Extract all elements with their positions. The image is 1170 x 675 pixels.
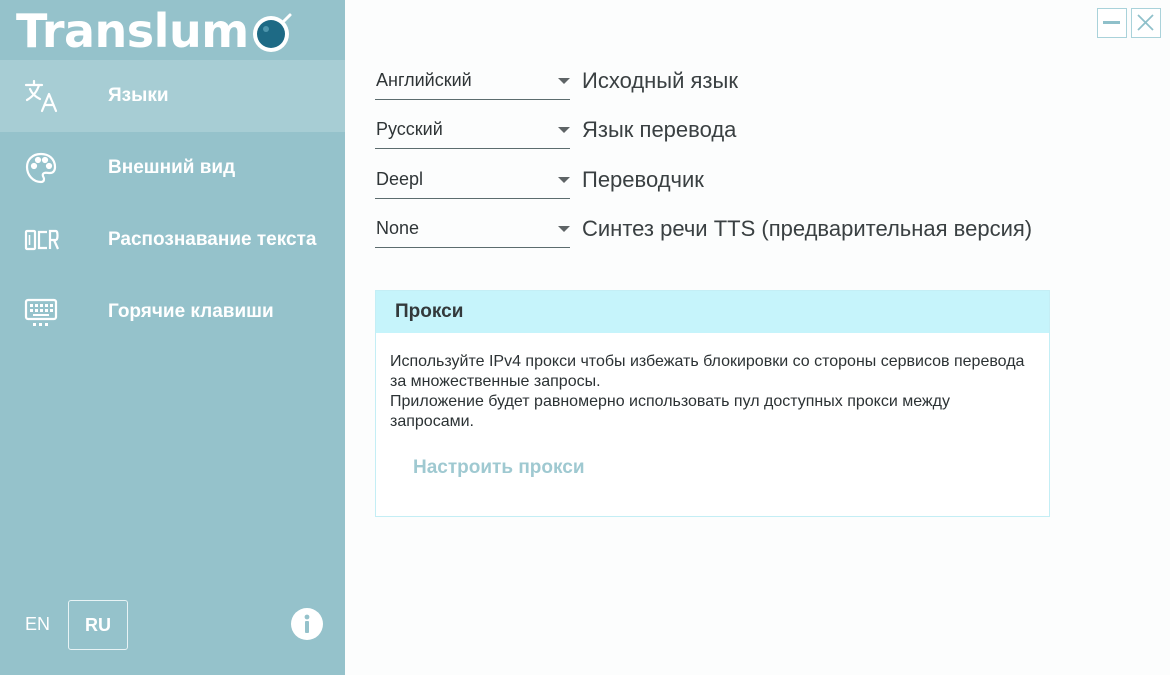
sidebar-item-label: Языки — [108, 85, 169, 106]
close-icon — [1137, 14, 1154, 31]
target-language-select[interactable]: Русский — [375, 113, 570, 149]
proxy-card-description: Используйте IPv4 прокси чтобы избежать б… — [376, 333, 1049, 432]
language-en-button[interactable]: EN — [25, 614, 50, 635]
translator-label: Переводчик — [582, 167, 704, 192]
app-window: Translum Языки Внешний вид Распознавание… — [0, 0, 1170, 675]
minimize-icon — [1103, 21, 1120, 24]
source-language-row: Английский Исходный язык — [375, 64, 1075, 100]
minimize-button[interactable] — [1097, 8, 1127, 38]
close-button[interactable] — [1131, 8, 1161, 38]
tts-label: Синтез речи TTS (предварительная версия) — [582, 216, 1033, 241]
source-language-value: Английский — [376, 70, 472, 90]
palette-icon — [0, 132, 108, 204]
language-ru-button[interactable]: RU — [68, 600, 128, 650]
sidebar-item-label: Распознавание текста — [108, 229, 317, 250]
sidebar-item-ocr[interactable]: Распознавание текста — [0, 204, 345, 276]
proxy-card-title: Прокси — [376, 291, 1049, 333]
sidebar-item-appearance[interactable]: Внешний вид — [0, 132, 345, 204]
sidebar-item-languages[interactable]: Языки — [0, 60, 345, 132]
proxy-description-line: Приложение будет равномерно использовать… — [390, 393, 950, 430]
configure-proxy-button[interactable]: Настроить прокси — [413, 457, 585, 479]
info-icon[interactable] — [291, 608, 323, 640]
target-language-value: Русский — [376, 119, 443, 139]
ocr-icon — [0, 204, 108, 276]
translator-row: Deepl Переводчик — [375, 163, 1075, 199]
sidebar-nav: Языки Внешний вид Распознавание текста Г… — [0, 60, 345, 348]
tts-select[interactable]: None — [375, 212, 570, 248]
chevron-down-icon — [558, 177, 570, 183]
sidebar-item-hotkeys[interactable]: Горячие клавиши — [0, 276, 345, 348]
source-language-label: Исходный язык — [582, 68, 738, 93]
translate-icon — [0, 60, 108, 132]
app-logo: Translum — [16, 2, 293, 60]
logo-text: Translum — [16, 4, 249, 58]
language-switcher: EN RU — [0, 598, 345, 652]
proxy-description-line: Используйте IPv4 прокси чтобы избежать б… — [390, 353, 1025, 390]
proxy-card: Прокси Используйте IPv4 прокси чтобы изб… — [375, 290, 1050, 517]
sidebar: Translum Языки Внешний вид Распознавание… — [0, 0, 345, 675]
tts-row: None Синтез речи TTS (предварительная ве… — [375, 212, 1075, 248]
keyboard-icon — [0, 276, 108, 348]
target-language-row: Русский Язык перевода — [375, 113, 1075, 149]
chevron-down-icon — [558, 78, 570, 84]
chevron-down-icon — [558, 127, 570, 133]
source-language-select[interactable]: Английский — [375, 64, 570, 100]
tts-value: None — [376, 218, 420, 238]
translator-value: Deepl — [376, 169, 424, 189]
sidebar-item-label: Горячие клавиши — [108, 301, 274, 322]
target-language-label: Язык перевода — [582, 117, 737, 142]
logo-lens-icon — [251, 12, 293, 54]
sidebar-item-label: Внешний вид — [108, 157, 236, 178]
translator-select[interactable]: Deepl — [375, 163, 570, 199]
chevron-down-icon — [558, 226, 570, 232]
